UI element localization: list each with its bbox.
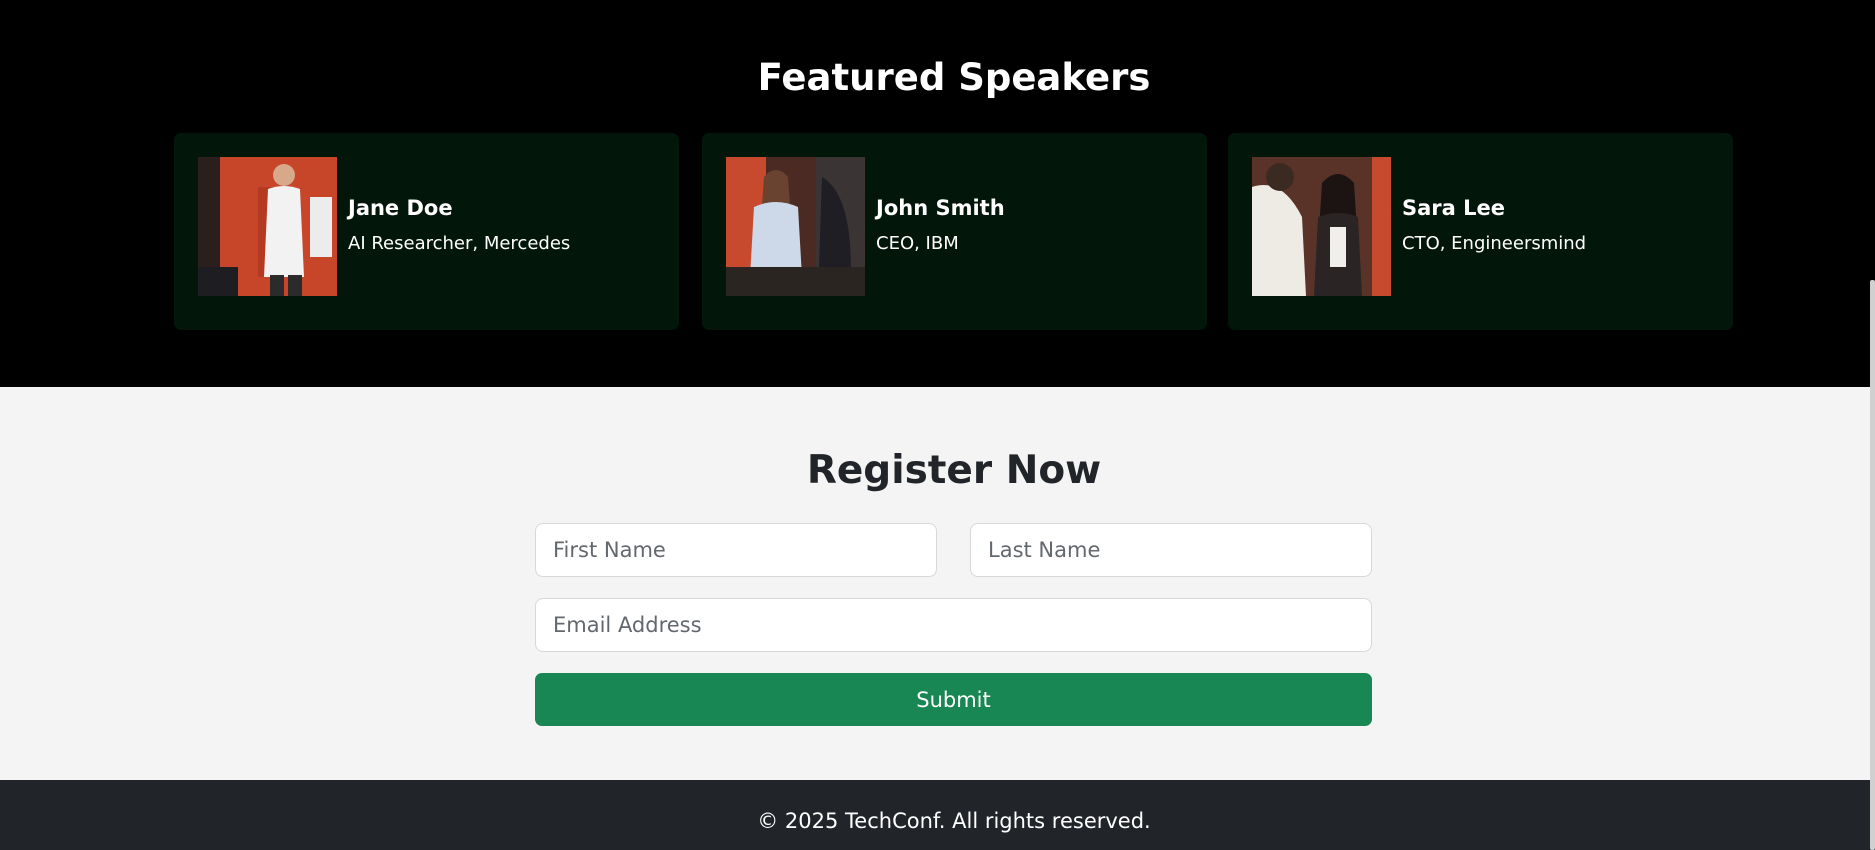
- first-name-input[interactable]: [535, 523, 937, 577]
- featured-speakers-title: Featured Speakers: [757, 56, 1151, 99]
- copyright-text: © 2025 TechConf. All rights reserved.: [757, 809, 1151, 833]
- register-title: Register Now: [806, 448, 1102, 493]
- last-name-input[interactable]: [970, 523, 1372, 577]
- footer: © 2025 TechConf. All rights reserved.: [0, 780, 1875, 850]
- speaker-name: John Smith: [876, 196, 1005, 220]
- register-section: Register Now Submit: [0, 387, 1875, 780]
- page-scrollbar[interactable]: [1870, 280, 1875, 850]
- speaker-photo: [726, 157, 865, 296]
- speaker-card-sara-lee: Sara Lee CTO, Engineersmind: [1228, 133, 1733, 330]
- featured-speakers-section: Featured Speakers Jane Doe AI Researcher…: [0, 0, 1875, 387]
- speaker-name: Jane Doe: [348, 196, 453, 220]
- submit-button[interactable]: Submit: [535, 673, 1372, 726]
- speaker-photo: [1252, 157, 1391, 296]
- speaker-card-jane-doe: Jane Doe AI Researcher, Mercedes: [174, 133, 679, 330]
- speaker-role: CEO, IBM: [876, 233, 959, 254]
- email-input[interactable]: [535, 598, 1372, 652]
- speaker-card-john-smith: John Smith CEO, IBM: [702, 133, 1207, 330]
- speaker-role: CTO, Engineersmind: [1402, 233, 1587, 254]
- speaker-name: Sara Lee: [1402, 196, 1506, 220]
- speaker-photo: [198, 157, 337, 296]
- speaker-role: AI Researcher, Mercedes: [348, 233, 571, 254]
